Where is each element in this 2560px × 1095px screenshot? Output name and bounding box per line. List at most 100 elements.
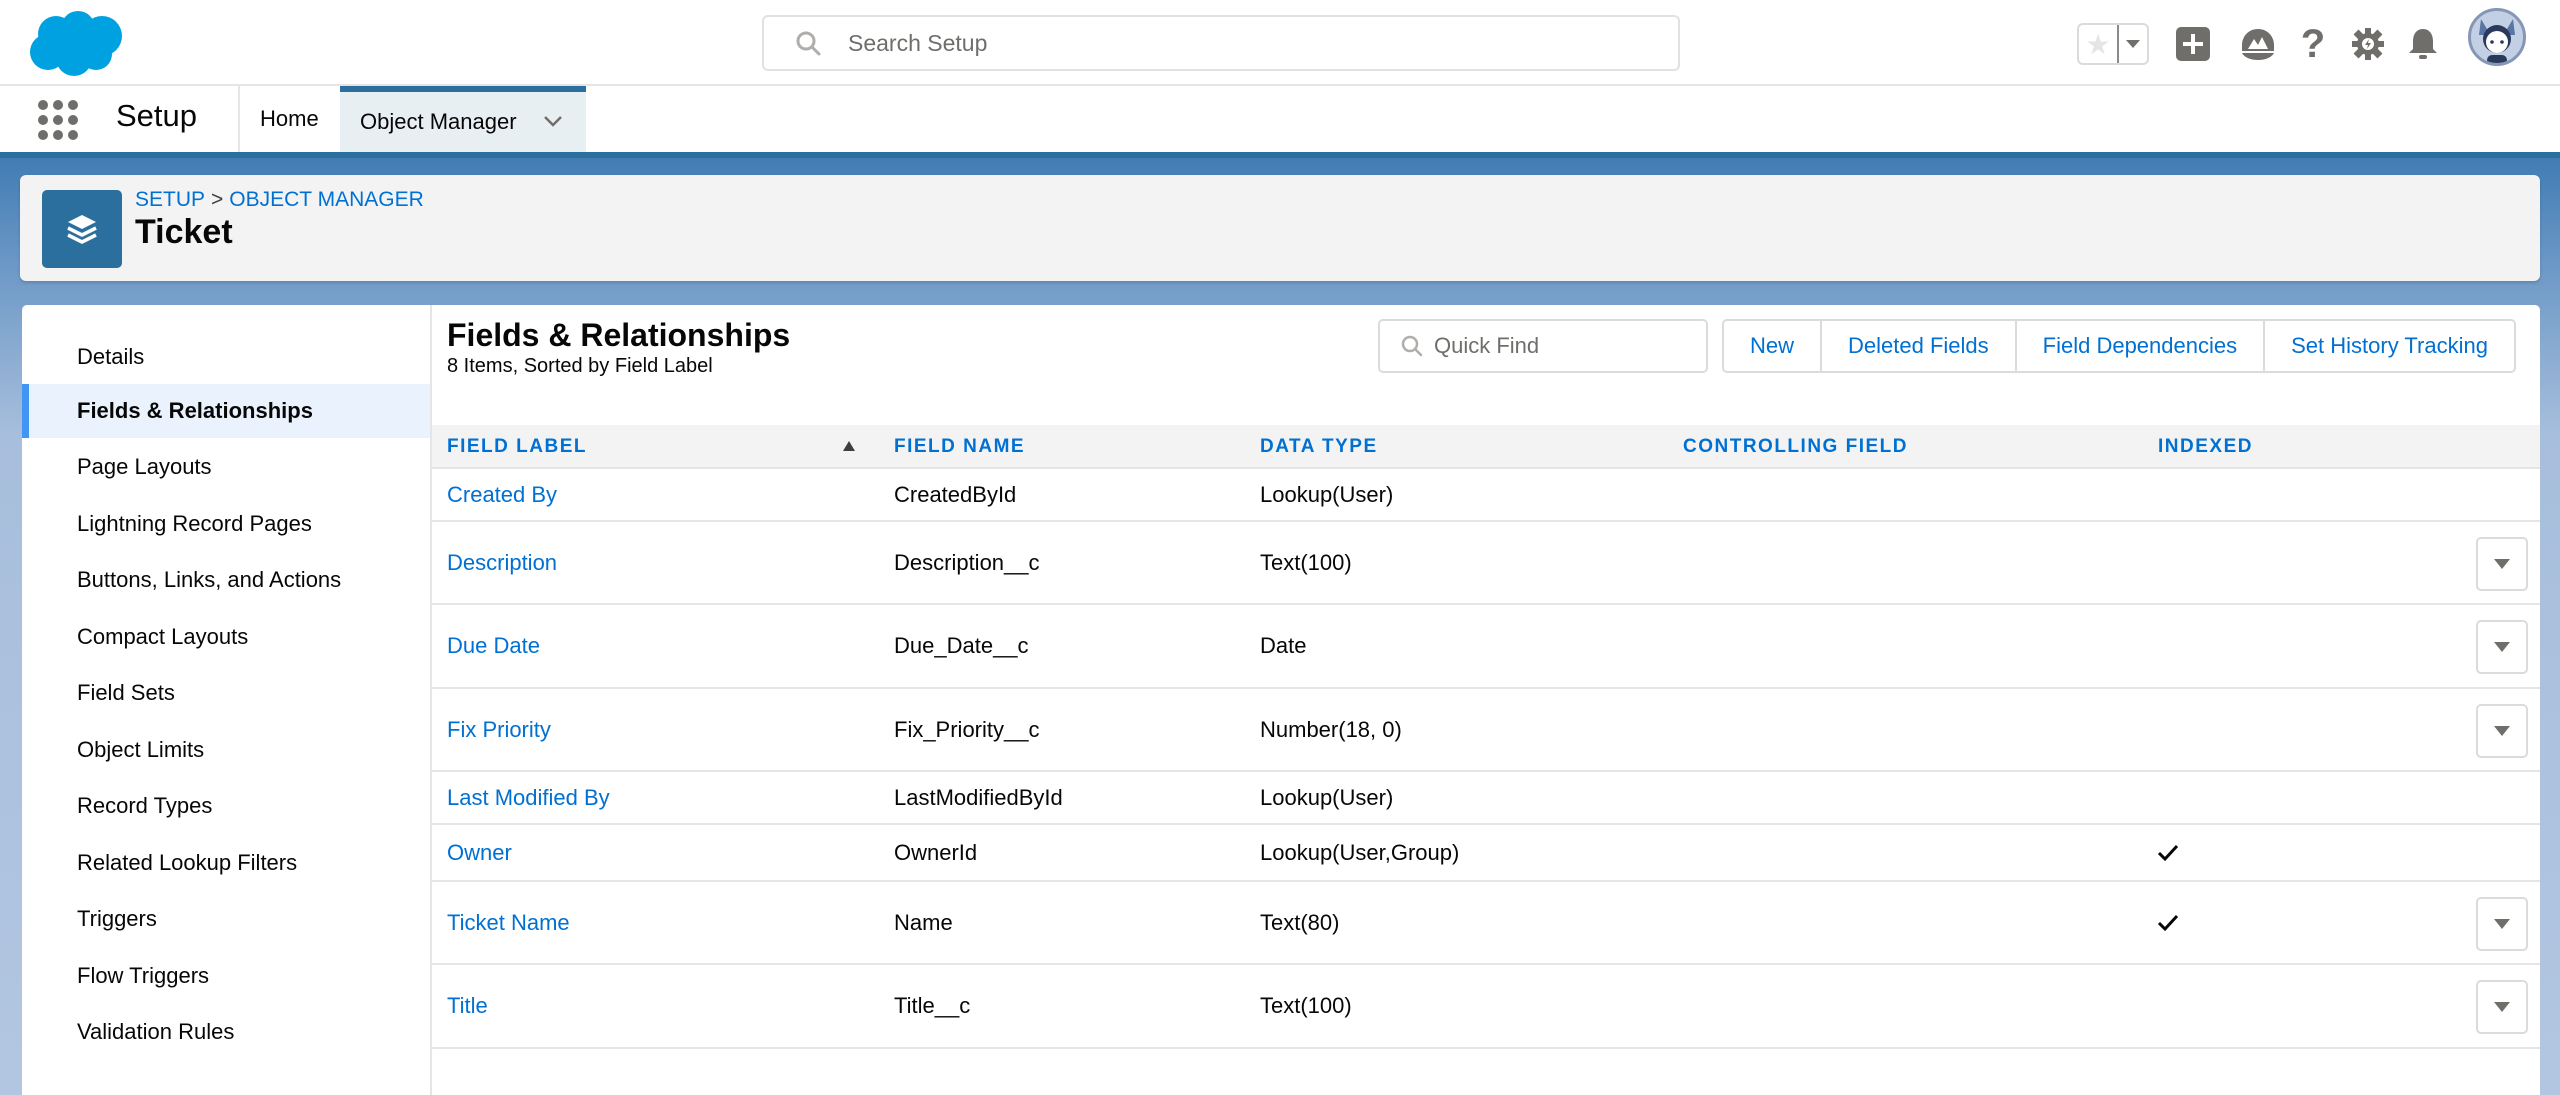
column-header-indexed[interactable]: INDEXED [2158, 425, 2253, 469]
sidebar-item-field-sets[interactable]: Field Sets [22, 666, 430, 720]
field-label-link[interactable]: Fix Priority [447, 689, 551, 770]
table-row: Last Modified By LastModifiedById Lookup(U… [432, 772, 2540, 825]
search-icon [1401, 335, 1423, 357]
chevron-down-icon [2494, 558, 2510, 569]
field-data-type: Number(18, 0) [1260, 716, 1402, 742]
field-label-link[interactable]: Title [447, 965, 488, 1047]
row-actions-dropdown[interactable] [2476, 703, 2528, 758]
field-dependencies-button[interactable]: Field Dependencies [2017, 321, 2266, 371]
fields-panel: Fields & Relationships 8 Items, Sorted b… [432, 305, 2540, 1095]
field-data-type: Lookup(User) [1260, 481, 1394, 507]
breadcrumb: SETUP > OBJECT MANAGER [135, 188, 424, 212]
field-api-name: Description__c [894, 549, 1040, 575]
table-row: Due Date Due_Date__c Date [432, 605, 2540, 689]
sidebar-item-buttons-links-and-actions[interactable]: Buttons, Links, and Actions [22, 553, 430, 607]
field-api-name: Name [894, 909, 953, 935]
field-label-link[interactable]: Owner [447, 825, 512, 880]
field-data-type: Text(80) [1260, 909, 1340, 935]
row-actions-dropdown[interactable] [2476, 536, 2528, 591]
nav-divider [0, 152, 2560, 158]
field-data-type: Text(100) [1260, 993, 1352, 1018]
chevron-down-icon [2494, 642, 2510, 652]
sidebar-item-compact-layouts[interactable]: Compact Layouts [22, 610, 430, 664]
field-data-type: Lookup(User,Group) [1260, 839, 1460, 865]
sidebar-item-flow-triggers[interactable]: Flow Triggers [22, 949, 430, 1003]
tab-object-manager[interactable]: Object Manager [340, 86, 586, 152]
global-search[interactable] [762, 15, 1680, 71]
field-api-name: Due_Date__c [894, 633, 1029, 658]
row-actions-dropdown[interactable] [2476, 896, 2528, 951]
sort-ascending-icon[interactable] [842, 440, 856, 452]
deleted-fields-button[interactable]: Deleted Fields [1822, 321, 2017, 371]
sidebar-item-validation-rules[interactable]: Validation Rules [22, 1005, 430, 1059]
field-api-name: Fix_Priority__c [894, 716, 1040, 742]
tab-home[interactable]: Home [238, 86, 341, 152]
column-header-data-type[interactable]: DATA TYPE [1260, 425, 1378, 469]
sidebar-item-page-layouts[interactable]: Page Layouts [22, 440, 430, 494]
table-row: Description Description__c Text(100) [432, 522, 2540, 605]
salesforce-logo[interactable] [26, 8, 128, 78]
table-row: Ticket Name Name Text(80) [432, 882, 2540, 965]
column-header-field-label[interactable]: FIELD LABEL [447, 425, 587, 469]
sidebar-item-lightning-record-pages[interactable]: Lightning Record Pages [22, 497, 430, 551]
set-history-tracking-button[interactable]: Set History Tracking [2265, 321, 2514, 371]
new-button[interactable]: New [1724, 321, 1823, 371]
field-data-type: Lookup(User) [1260, 784, 1394, 810]
field-label-link[interactable]: Description [447, 522, 557, 603]
object-sidebar: Details Fields & Relationships Page Layout… [22, 305, 432, 1095]
breadcrumb-separator: > [211, 188, 224, 211]
column-header-field-name[interactable]: FIELD NAME [894, 425, 1025, 469]
favorites-star-icon[interactable]: ★ [2079, 25, 2119, 63]
favorites-dropdown-icon[interactable] [2119, 25, 2147, 63]
breadcrumb-setup[interactable]: SETUP [135, 188, 205, 211]
sidebar-item-triggers[interactable]: Triggers [22, 892, 430, 946]
global-header: ★ ? [0, 0, 2560, 86]
field-api-name: LastModifiedById [894, 784, 1063, 810]
column-header-controlling-field[interactable]: CONTROLLING FIELD [1683, 425, 1908, 469]
sidebar-item-details[interactable]: Details [22, 330, 430, 384]
sidebar-item-related-lookup-filters[interactable]: Related Lookup Filters [22, 836, 430, 890]
field-data-type: Text(100) [1260, 549, 1352, 575]
page-title: Ticket [135, 213, 233, 251]
object-header: SETUP > OBJECT MANAGER Ticket [20, 175, 2540, 281]
indexed-check-icon [2157, 825, 2179, 880]
section-title: Fields & Relationships [447, 317, 791, 353]
field-label-link[interactable]: Last Modified By [447, 772, 610, 823]
field-label-link[interactable]: Created By [447, 469, 557, 520]
tab-object-manager-label: Object Manager [360, 109, 517, 134]
sidebar-item-fields-relationships[interactable]: Fields & Relationships [22, 384, 430, 438]
table-row: Title Title__c Text(100) [432, 965, 2540, 1049]
table-header: FIELD LABEL FIELD NAME DATA TYPE CONTROL… [432, 425, 2540, 469]
trailhead-icon[interactable] [2238, 22, 2278, 66]
field-label-link[interactable]: Due Date [447, 605, 540, 687]
field-data-type: Date [1260, 633, 1307, 658]
app-name: Setup [116, 98, 198, 133]
quick-find-input[interactable] [1434, 333, 1694, 359]
favorites-control[interactable]: ★ [2077, 23, 2149, 65]
row-actions-dropdown[interactable] [2476, 980, 2528, 1034]
breadcrumb-object-manager[interactable]: OBJECT MANAGER [229, 188, 423, 211]
setup-gear-icon[interactable] [2348, 22, 2388, 66]
user-avatar[interactable] [2468, 8, 2526, 66]
row-actions-dropdown[interactable] [2476, 620, 2528, 674]
field-label-link[interactable]: Ticket Name [447, 882, 570, 963]
action-button-group: New Deleted Fields Field Dependencies Se… [1722, 319, 2516, 373]
chevron-down-icon[interactable] [542, 110, 564, 132]
quick-find[interactable] [1378, 319, 1708, 373]
field-api-name: OwnerId [894, 839, 978, 865]
notifications-bell-icon[interactable] [2403, 22, 2443, 66]
help-icon[interactable]: ? [2293, 22, 2333, 66]
chevron-down-icon [2494, 918, 2510, 929]
chevron-down-icon [2494, 1002, 2510, 1012]
table-row: Owner OwnerId Lookup(User,Group) [432, 825, 2540, 882]
global-actions-plus-icon[interactable] [2173, 22, 2213, 66]
items-count: 8 Items, Sorted by Field Label [447, 355, 713, 377]
object-stack-icon [42, 190, 122, 268]
search-icon [796, 31, 821, 56]
field-api-name: CreatedById [894, 481, 1017, 507]
search-setup-input[interactable] [848, 29, 1648, 57]
sidebar-item-object-limits[interactable]: Object Limits [22, 723, 430, 777]
sidebar-item-record-types[interactable]: Record Types [22, 779, 430, 833]
indexed-check-icon [2157, 882, 2179, 963]
app-launcher-icon[interactable] [38, 100, 78, 140]
